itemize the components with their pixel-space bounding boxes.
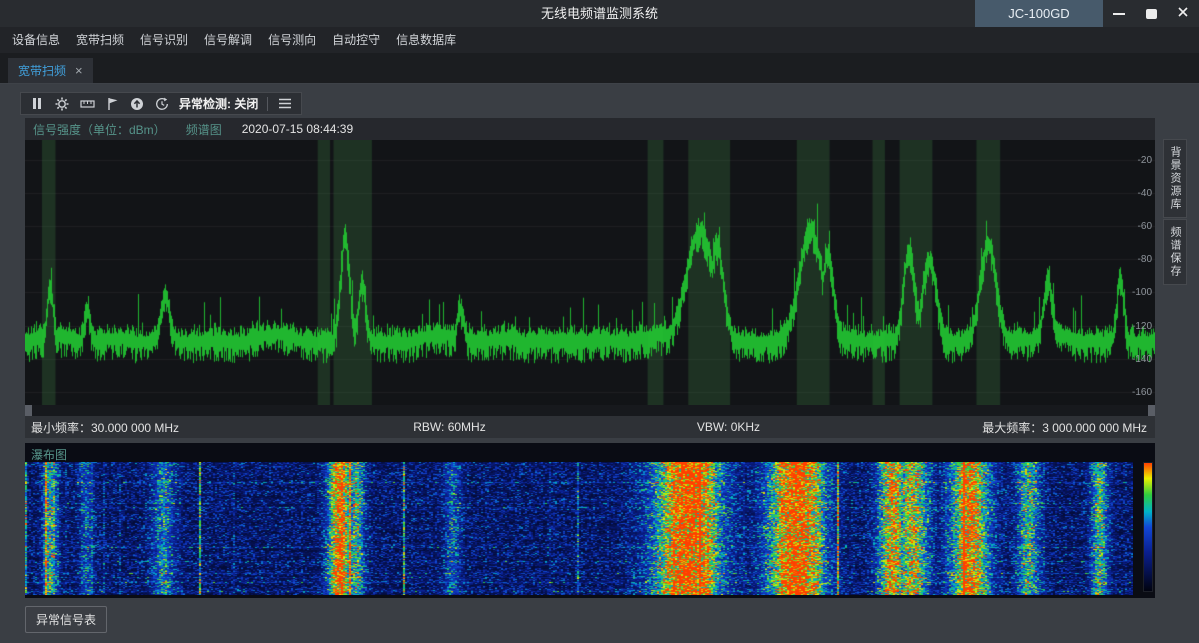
spectrum-header: 信号强度（单位：dBm） 频谱图 2020-07-15 08:44:39 [25,118,1155,140]
rbw-value: RBW: 60MHz [310,420,589,434]
tab-broadband-scan[interactable]: 宽带扫频 × [8,58,93,83]
minimize-button[interactable] [1103,0,1135,27]
ruler-icon[interactable] [79,96,95,112]
frequency-range-slider[interactable] [25,405,1155,416]
spectrum-canvas[interactable] [25,140,1155,405]
pause-icon[interactable] [29,96,45,112]
spectrum-toolbar: 异常检测: 关闭 [20,92,302,115]
spectrum-panel: -20 -40 -60 -80 -100 -120 -140 -160 [25,140,1155,405]
waterfall-panel: 瀑布图 [25,443,1155,598]
tab-close-icon[interactable]: × [75,64,83,77]
titlebar-controls: JC-100GD [975,0,1199,27]
toolbar-separator [267,97,268,111]
abnormal-signal-table-button[interactable]: 异常信号表 [25,606,107,633]
maximize-button[interactable] [1135,0,1167,27]
waterfall-colorbar [1143,462,1153,592]
vbw-value: VBW: 0KHz [589,420,868,434]
max-frequency-value: 最大频率：3 000.000 000 MHz [868,419,1155,436]
close-button[interactable] [1167,0,1199,27]
titlebar: 无线电频谱监测系统 JC-100GD [0,0,1199,27]
menu-item-broadband-scan[interactable]: 宽带扫频 [68,27,132,53]
frequency-status-bar: 最小频率：30.000 000 MHz RBW: 60MHz VBW: 0KHz… [25,416,1155,438]
spectrum-view-label: 频谱图 [186,121,222,138]
range-handle-right[interactable] [1148,405,1155,416]
menu-item-signal-recognition[interactable]: 信号识别 [132,27,196,53]
maximize-icon [1146,9,1157,19]
spectrum-ylabel: 信号强度（单位：dBm） [33,121,166,138]
menu-item-direction-finding[interactable]: 信号测向 [260,27,324,53]
auto-scan-clock-icon[interactable] [154,96,170,112]
tabbar: 宽带扫频 × [0,53,1199,84]
spectrum-timestamp: 2020-07-15 08:44:39 [242,122,353,136]
menu-list-icon[interactable] [277,96,293,112]
background-resource-library-button[interactable]: 背景资源库 [1163,139,1187,218]
minimize-icon [1113,13,1125,15]
menu-item-device-info[interactable]: 设备信息 [4,27,68,53]
menu-item-info-database[interactable]: 信息数据库 [388,27,464,53]
range-handle-left[interactable] [25,405,32,416]
tab-label: 宽带扫频 [18,62,66,79]
spectrum-save-button[interactable]: 频谱保存 [1163,219,1187,285]
gear-icon[interactable] [54,96,70,112]
waterfall-label: 瀑布图 [31,446,67,463]
flag-icon[interactable] [104,96,120,112]
anomaly-detection-toggle[interactable]: 异常检测: 关闭 [179,95,258,112]
upload-circle-icon[interactable] [129,96,145,112]
waterfall-canvas[interactable] [25,462,1133,595]
menu-item-signal-demodulation[interactable]: 信号解调 [196,27,260,53]
min-frequency-value: 最小频率：30.000 000 MHz [25,419,310,436]
device-model-button[interactable]: JC-100GD [975,0,1103,27]
close-icon [1177,5,1189,23]
menubar: 设备信息 宽带扫频 信号识别 信号解调 信号测向 自动控守 信息数据库 [0,27,1199,53]
menu-item-auto-guard[interactable]: 自动控守 [324,27,388,53]
